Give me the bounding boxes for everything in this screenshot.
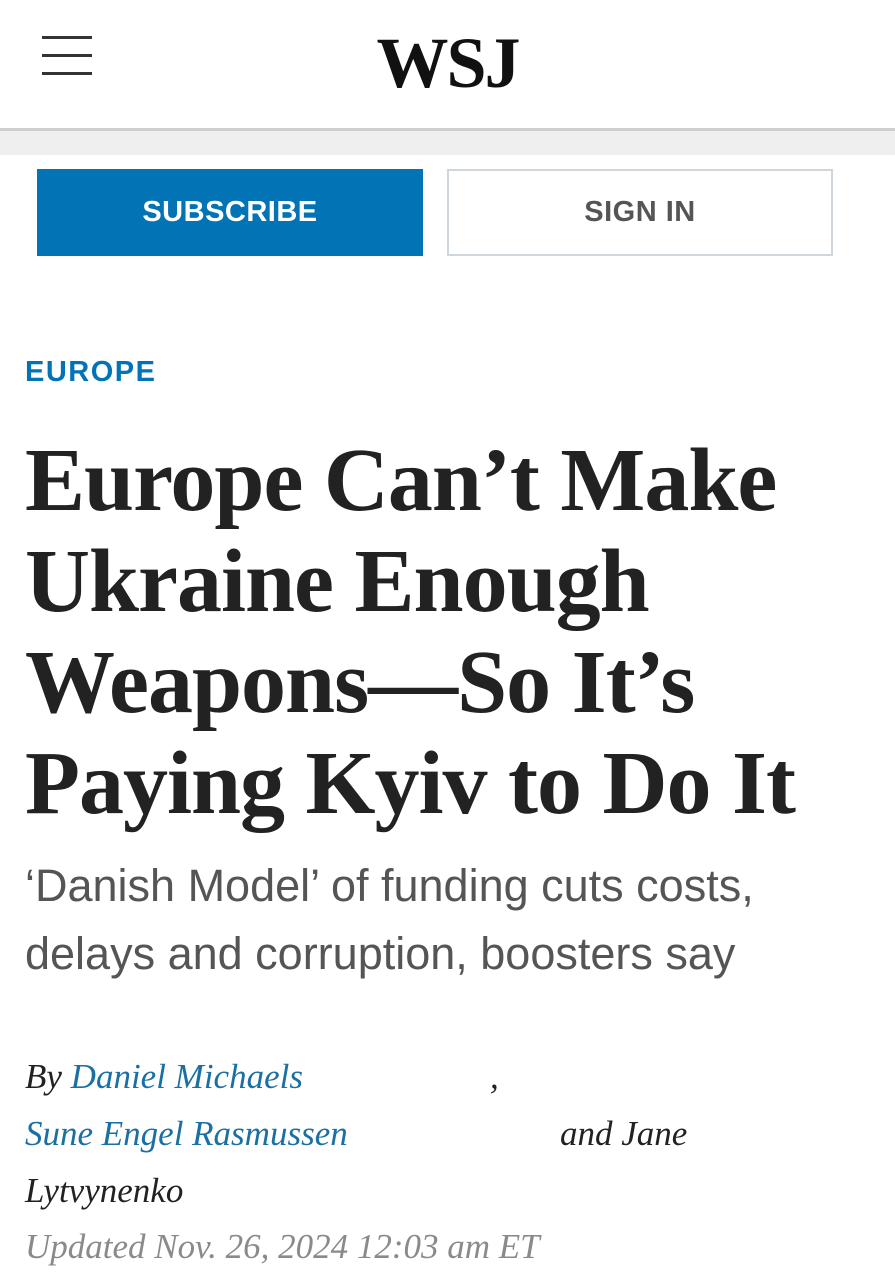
- subscribe-button[interactable]: SUBSCRIBE: [37, 169, 423, 256]
- author-link-daniel-michaels[interactable]: Daniel Michaels: [71, 1057, 303, 1096]
- sign-in-button[interactable]: SIGN IN: [447, 169, 833, 256]
- byline-prefix: By: [25, 1057, 62, 1096]
- section-label[interactable]: EUROPE: [25, 356, 156, 389]
- byline-line: Sune Engel Rasmussen and Jane: [25, 1105, 875, 1162]
- site-header: WSJ: [0, 0, 895, 128]
- article-headline: Europe Can’t Make Ukraine Enough Weapons…: [25, 430, 875, 834]
- headline-line: Europe Can’t Make: [25, 431, 777, 530]
- headline-line: Ukraine Enough: [25, 532, 650, 631]
- author-name-lytvynenko: Lytvynenko: [25, 1171, 184, 1210]
- wsj-logo[interactable]: WSJ: [0, 18, 895, 108]
- headline-line: Weapons—So It’s: [25, 633, 695, 732]
- byline-line: Lytvynenko: [25, 1162, 875, 1219]
- dek-line: delays and corruption, boosters say: [25, 928, 736, 979]
- byline-comma: ,: [490, 1057, 499, 1096]
- dek-line: ‘Danish Model’ of funding cuts costs,: [25, 860, 754, 911]
- header-band: [0, 131, 895, 155]
- updated-timestamp: Updated Nov. 26, 2024 12:03 am ET: [25, 1227, 540, 1266]
- author-link-sune-engel-rasmussen[interactable]: Sune Engel Rasmussen: [25, 1114, 348, 1153]
- byline: By Daniel Michaels , Sune Engel Rasmusse…: [25, 1048, 875, 1219]
- byline-and-text: and Jane: [560, 1114, 688, 1153]
- headline-line: Paying Kyiv to Do It: [25, 734, 796, 833]
- byline-line: By Daniel Michaels ,: [25, 1048, 875, 1105]
- article-dek: ‘Danish Model’ of funding cuts costs, de…: [25, 852, 875, 988]
